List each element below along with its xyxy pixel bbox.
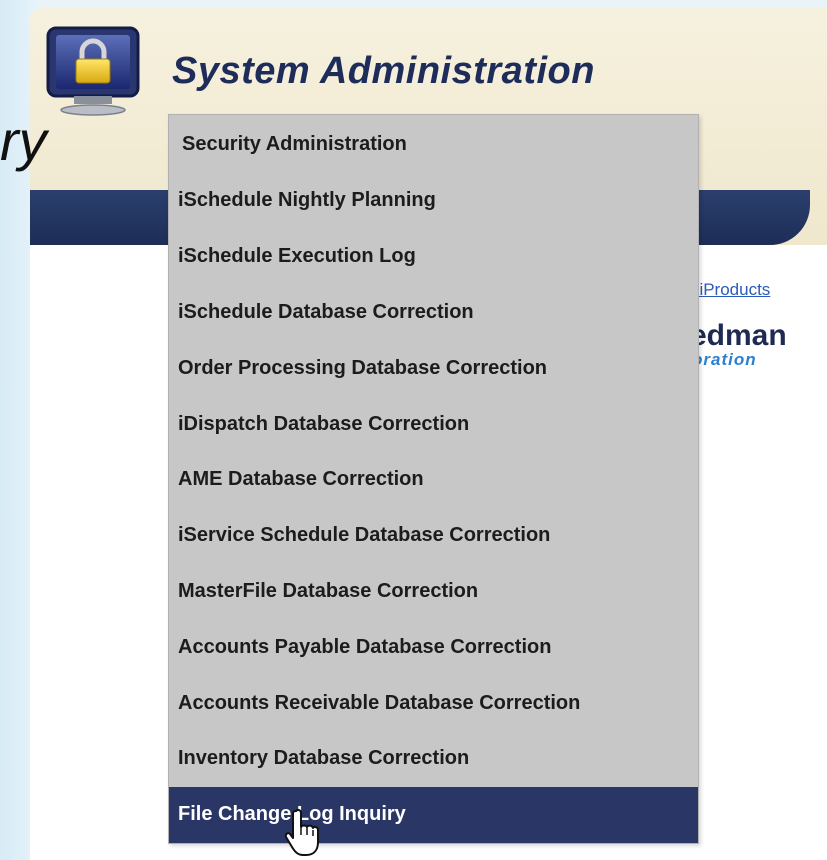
menu-item-masterfile-database-correction[interactable]: MasterFile Database Correction bbox=[169, 564, 698, 620]
hand-pointer-icon bbox=[284, 808, 319, 856]
menu-item-ame-database-correction[interactable]: AME Database Correction bbox=[169, 452, 698, 508]
page-stage: ry System Administration t iProducts edm… bbox=[0, 0, 827, 860]
menu-item-iservice-schedule-database-correction[interactable]: iService Schedule Database Correction bbox=[169, 508, 698, 564]
menu-item-order-processing-database-correction[interactable]: Order Processing Database Correction bbox=[169, 340, 698, 396]
menu-item-idispatch-database-correction[interactable]: iDispatch Database Correction bbox=[169, 396, 698, 452]
page-title: System Administration bbox=[172, 50, 595, 92]
menu-item-ischedule-execution-log[interactable]: iSchedule Execution Log bbox=[169, 229, 698, 285]
obscured-heading-text: ry bbox=[0, 109, 47, 172]
company-logo-text: edman bbox=[690, 319, 787, 352]
menu-item-file-change-log-inquiry[interactable]: File Change Log Inquiry bbox=[169, 786, 698, 843]
menu-item-ischedule-nightly-planning[interactable]: iSchedule Nightly Planning bbox=[169, 173, 698, 229]
company-logo-subtext: oration bbox=[692, 350, 757, 369]
menu-item-security-administration[interactable]: Security Administration bbox=[169, 115, 698, 173]
system-administration-dropdown-menu: Security Administration iSchedule Nightl… bbox=[168, 114, 699, 844]
menu-item-accounts-payable-database-correction[interactable]: Accounts Payable Database Correction bbox=[169, 619, 698, 675]
menu-item-ischedule-database-correction[interactable]: iSchedule Database Correction bbox=[169, 285, 698, 341]
products-link[interactable]: t iProducts bbox=[690, 280, 770, 300]
menu-item-inventory-database-correction[interactable]: Inventory Database Correction bbox=[169, 731, 698, 787]
lock-monitor-icon bbox=[46, 26, 140, 116]
menu-item-accounts-receivable-database-correction[interactable]: Accounts Receivable Database Correction bbox=[169, 675, 698, 731]
